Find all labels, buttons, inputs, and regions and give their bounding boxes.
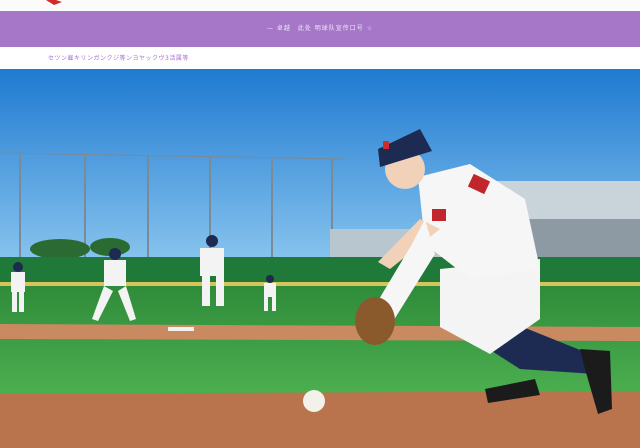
purple-banner: — 卓越 此处 明球队宣传口号 ☆ bbox=[0, 11, 640, 47]
baseball-icon bbox=[303, 390, 325, 412]
brand-logo-icon[interactable] bbox=[46, 0, 62, 5]
banner-text: — 卓越 此处 明球队宣传口号 ☆ bbox=[266, 25, 374, 32]
hero-photo bbox=[0, 69, 640, 448]
glove-icon bbox=[355, 297, 395, 345]
top-bar bbox=[0, 0, 640, 11]
subnav-text[interactable]: セツン雇キリンガンクジ等ンヨヤックヴ3活属等 bbox=[48, 53, 189, 62]
hero-photo-icon bbox=[0, 69, 640, 448]
sub-navigation: セツン雇キリンガンクジ等ンヨヤックヴ3活属等 bbox=[0, 47, 640, 69]
